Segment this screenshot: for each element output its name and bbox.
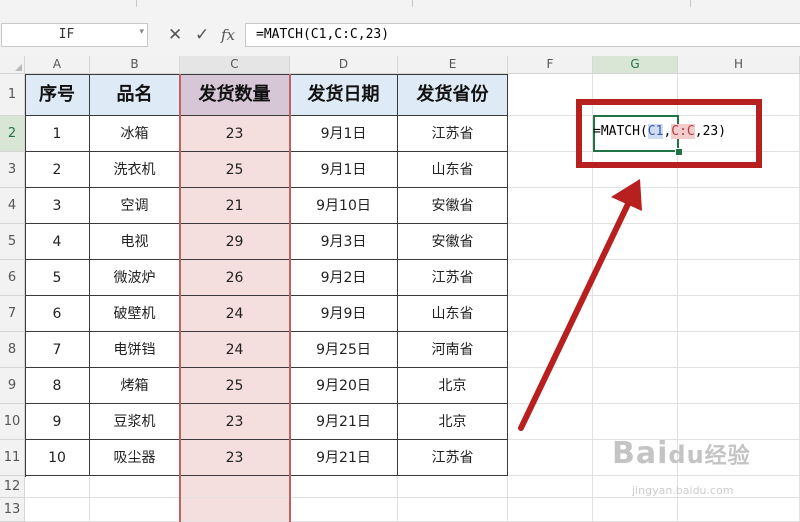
watermark-cn: 经验 (704, 444, 751, 469)
watermark-brand: Bai (612, 436, 669, 471)
arrow-shaft (518, 201, 631, 431)
watermark-url: jingyan.baidu.com (632, 484, 734, 497)
baidu-watermark: Baidu经验 (612, 436, 751, 471)
paw-icon: du (668, 441, 705, 469)
